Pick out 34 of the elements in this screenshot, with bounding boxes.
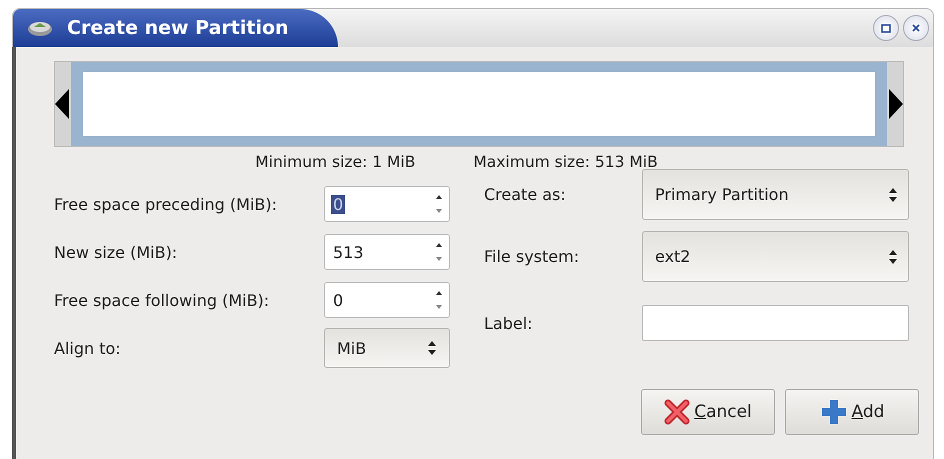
minimum-size-text: Minimum size: 1 MiB	[255, 153, 416, 171]
add-button[interactable]: Add	[785, 389, 919, 435]
close-icon	[910, 22, 922, 34]
left-handle-icon[interactable]	[55, 89, 69, 119]
field-label: File system:	[484, 247, 580, 266]
cancel-button[interactable]: Cancel	[641, 389, 775, 435]
field-label: Create as:	[484, 185, 566, 204]
close-icon	[664, 399, 690, 425]
field-label: New size (MiB):	[54, 242, 178, 262]
label-input-field[interactable]	[642, 305, 909, 341]
spin-arrows-icon[interactable]	[435, 289, 443, 311]
field-label: Free space following (MiB):	[54, 290, 270, 310]
spin-arrows-icon[interactable]	[435, 241, 443, 263]
spin-field[interactable]: 0	[324, 186, 450, 222]
window-title: Create new Partition	[67, 17, 289, 39]
field-label: Label:	[484, 314, 533, 332]
spin-field[interactable]: 0	[324, 282, 450, 318]
updown-icon	[427, 340, 437, 356]
spin-field[interactable]: 513	[324, 234, 450, 270]
plus-icon	[820, 398, 848, 426]
updown-icon	[888, 186, 898, 202]
close-button[interactable]	[903, 15, 929, 41]
spin-arrows-icon[interactable]	[435, 193, 443, 215]
dropdown[interactable]: ext2	[642, 231, 909, 282]
right-handle-icon[interactable]	[889, 89, 903, 119]
square-icon	[880, 22, 892, 34]
maximum-size-text: Maximum size: 513 MiB	[473, 153, 658, 171]
updown-icon	[888, 248, 898, 264]
field-label: Free space preceding (MiB):	[54, 194, 278, 214]
maximize-button[interactable]	[873, 15, 899, 41]
dropdown[interactable]: Primary Partition	[642, 169, 909, 220]
disk-icon	[27, 19, 53, 37]
field-label: Align to:	[54, 338, 121, 358]
dropdown[interactable]: MiB	[324, 328, 450, 368]
